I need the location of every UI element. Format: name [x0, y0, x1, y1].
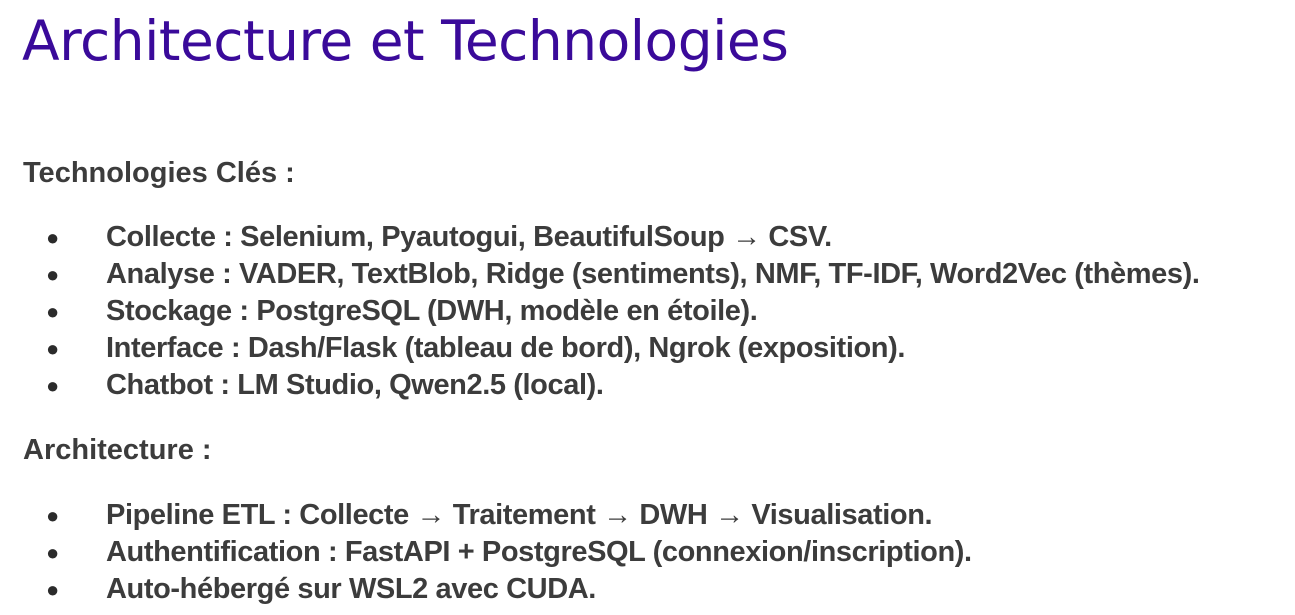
list-item-text: Authentification : FastAPI + PostgreSQL …: [106, 536, 972, 568]
bullet-icon: ●: [46, 225, 60, 250]
list-item-text: Interface : Dash/Flask (tableau de bord)…: [106, 332, 906, 364]
list-item-text: Stockage : PostgreSQL (DWH, modèle en ét…: [106, 295, 758, 327]
bullet-icon: ●: [46, 577, 60, 602]
bullet-icon: ●: [46, 540, 60, 565]
bullet-icon: ●: [46, 373, 60, 398]
list-item-text: Pipeline ETL : Collecte → Traitement → D…: [106, 499, 933, 531]
list-item-text: Analyse : VADER, TextBlob, Ridge (sentim…: [106, 258, 1200, 290]
slide: Architecture et Technologies Technologie…: [0, 0, 1295, 615]
list-item-text: Auto-hébergé sur WSL2 avec CUDA.: [106, 573, 596, 605]
section-heading-technologies: Technologies Clés :: [23, 157, 295, 189]
section-heading-architecture: Architecture :: [23, 434, 212, 466]
bullet-icon: ●: [46, 262, 60, 287]
list-item-text: Collecte : Selenium, Pyautogui, Beautifu…: [106, 221, 832, 253]
bullet-icon: ●: [46, 503, 60, 528]
bullet-icon: ●: [46, 299, 60, 324]
list-item-text: Chatbot : LM Studio, Qwen2.5 (local).: [106, 369, 604, 401]
bullet-icon: ●: [46, 336, 60, 361]
slide-title: Architecture et Technologies: [22, 9, 789, 73]
